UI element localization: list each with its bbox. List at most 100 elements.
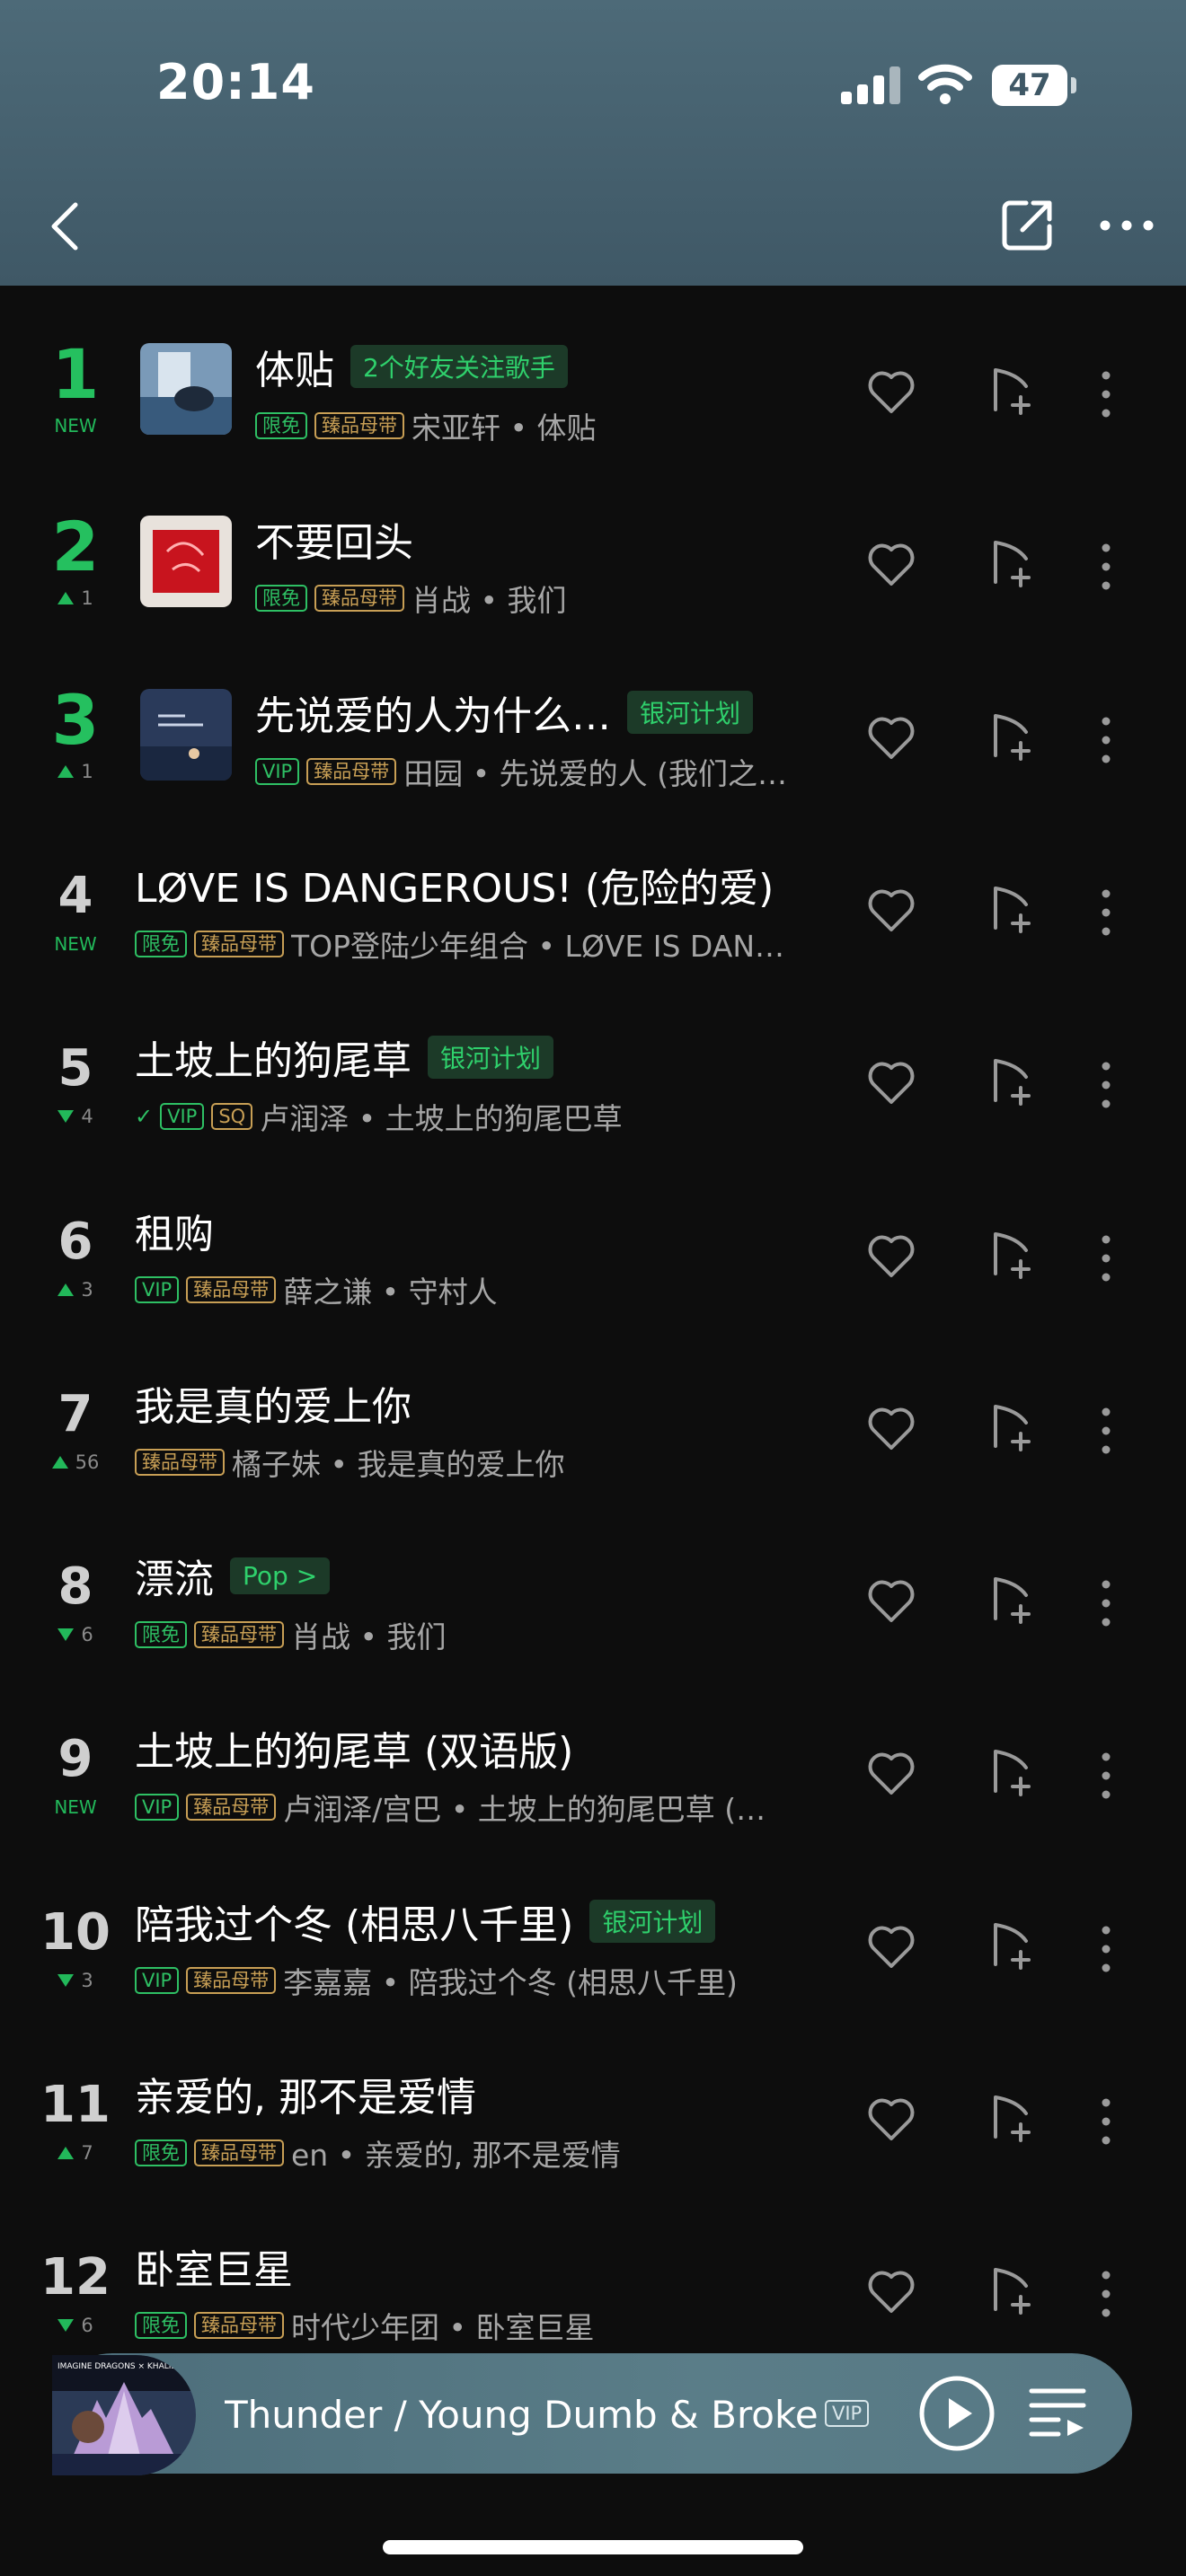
song-row[interactable]: 1 NEW 体贴 2个好友关注歌手 限免 臻品母带 宋亚轩 • 体贴 — [0, 332, 1186, 505]
now-playing-cover[interactable]: IMAGINE DRAGONS × KHALID — [52, 2355, 196, 2475]
add-to-playlist-icon[interactable] — [990, 1057, 1035, 1107]
song-title[interactable]: 租购 — [135, 1202, 214, 1259]
song-row[interactable]: 2 1 不要回头 限免 臻品母带 肖战 • 我们 — [0, 505, 1186, 677]
song-title[interactable]: 漂流 — [135, 1547, 214, 1604]
more-options-icon[interactable] — [1096, 1923, 1116, 1975]
add-to-playlist-icon[interactable] — [990, 1575, 1035, 1626]
more-icon[interactable] — [1098, 214, 1155, 237]
more-options-icon[interactable] — [1096, 2095, 1116, 2148]
heart-icon[interactable] — [866, 543, 916, 587]
add-to-playlist-icon[interactable] — [990, 2094, 1035, 2144]
rank-number: 8 — [58, 1557, 93, 1616]
more-options-icon[interactable] — [1096, 2268, 1116, 2320]
song-row[interactable]: 9 NEW 土坡上的狗尾草 (双语版) VIP 臻品母带 卢润泽/宫巴 • 土坡上… — [0, 1714, 1186, 1886]
more-options-icon[interactable] — [1096, 887, 1116, 939]
more-options-icon[interactable] — [1096, 368, 1116, 420]
song-title[interactable]: 我是真的爱上你 — [135, 1374, 412, 1432]
more-options-icon[interactable] — [1096, 1405, 1116, 1457]
artist-album[interactable]: 宋亚轩 • 体贴 — [412, 404, 596, 447]
heart-icon[interactable] — [866, 2097, 916, 2142]
song-row[interactable]: 4 NEW LØVE IS DANGEROUS! (危险的爱) 限免 臻品母带 T… — [0, 851, 1186, 1023]
more-options-icon[interactable] — [1096, 1059, 1116, 1111]
heart-icon[interactable] — [866, 716, 916, 761]
heart-icon[interactable] — [866, 2270, 916, 2315]
add-to-playlist-icon[interactable] — [990, 1231, 1035, 1281]
quality-badge: 臻品母带 — [194, 2312, 284, 2339]
song-row[interactable]: 10 3 陪我过个冬 (相思八千里) 银河计划 VIP 臻品母带 李嘉嘉 • 陪我… — [0, 1887, 1186, 2060]
song-tag: 银河计划 — [428, 1036, 554, 1079]
heart-icon[interactable] — [866, 1061, 916, 1106]
battery-cap — [1071, 77, 1076, 93]
song-title[interactable]: 体贴 — [255, 338, 334, 395]
heart-icon[interactable] — [866, 370, 916, 415]
song-row[interactable]: 11 7 亲爱的, 那不是爱情 限免 臻品母带 en • 亲爱的, 那不是爱情 — [0, 2060, 1186, 2232]
song-title[interactable]: 陪我过个冬 (相思八千里) — [135, 1892, 573, 1950]
add-to-playlist-icon[interactable] — [990, 1748, 1035, 1798]
album-cover[interactable] — [140, 689, 232, 781]
more-options-icon[interactable] — [1096, 541, 1116, 593]
more-options-icon[interactable] — [1096, 1232, 1116, 1284]
quality-badge: 限免 — [135, 931, 187, 957]
add-to-playlist-icon[interactable] — [990, 1403, 1035, 1453]
rank-change-value: 56 — [75, 1451, 100, 1473]
add-to-playlist-icon[interactable] — [990, 366, 1035, 417]
artist-album[interactable]: 田园 • 先说爱的人 (我们之… — [403, 750, 787, 793]
add-to-playlist-icon[interactable] — [990, 2266, 1035, 2316]
more-options-icon[interactable] — [1096, 1577, 1116, 1629]
artist-album[interactable]: 肖战 • 我们 — [412, 577, 566, 620]
song-title[interactable]: 亲爱的, 那不是爱情 — [135, 2065, 476, 2122]
heart-icon[interactable] — [866, 1925, 916, 1970]
artist-album[interactable]: 李嘉嘉 • 陪我过个冬 (相思八千里) — [283, 1959, 738, 2002]
album-cover[interactable] — [140, 516, 232, 607]
playlist-icon[interactable] — [1028, 2386, 1087, 2438]
quality-badge: VIP — [135, 1794, 180, 1821]
song-title-line: 我是真的爱上你 — [135, 1374, 412, 1432]
add-to-playlist-icon[interactable] — [990, 539, 1035, 589]
song-row[interactable]: 3 1 先说爱的人为什么… 银河计划 VIP 臻品母带 田园 • 先说爱的人 (我… — [0, 678, 1186, 851]
artist-album[interactable]: 肖战 • 我们 — [291, 1613, 446, 1656]
song-row[interactable]: 5 4 土坡上的狗尾草 银河计划 ✓ VIP SQ 卢润泽 • 土坡上的狗尾巴草 — [0, 1023, 1186, 1195]
artist-album[interactable]: 卢润泽/宫巴 • 土坡上的狗尾巴草 (… — [283, 1786, 766, 1829]
song-meta-line: 限免 臻品母带 肖战 • 我们 — [255, 577, 566, 620]
rank-number: 1 — [51, 334, 100, 414]
artist-album[interactable]: 时代少年团 • 卧室巨星 — [291, 2304, 594, 2347]
add-to-playlist-icon[interactable] — [990, 1921, 1035, 1972]
song-title[interactable]: 土坡上的狗尾草 (双语版) — [135, 1719, 573, 1777]
song-row[interactable]: 8 6 漂流 Pop > 限免 臻品母带 肖战 • 我们 — [0, 1541, 1186, 1714]
song-row[interactable]: 7 56 我是真的爱上你 臻品母带 橘子妹 • 我是真的爱上你 — [0, 1369, 1186, 1541]
artist-album[interactable]: TOP登陆少年组合 • LØVE IS DAN… — [291, 922, 784, 966]
heart-icon[interactable] — [866, 1407, 916, 1451]
heart-icon[interactable] — [866, 1751, 916, 1796]
artist-album[interactable]: 橘子妹 • 我是真的爱上你 — [232, 1441, 564, 1484]
add-to-playlist-icon[interactable] — [990, 712, 1035, 763]
play-icon[interactable] — [918, 2375, 996, 2452]
artist-album[interactable]: 薛之谦 • 守村人 — [283, 1268, 497, 1311]
song-title[interactable]: 不要回头 — [255, 510, 413, 568]
more-options-icon[interactable] — [1096, 714, 1116, 766]
now-playing-title[interactable]: Thunder / Young Dumb & Broke ( — [225, 2393, 818, 2437]
quality-badge: VIP — [255, 758, 300, 785]
quality-badge: 臻品母带 — [135, 1449, 225, 1476]
share-icon[interactable] — [999, 198, 1055, 253]
heart-icon[interactable] — [866, 888, 916, 933]
wifi-icon — [918, 64, 972, 104]
artist-album[interactable]: en • 亲爱的, 那不是爱情 — [291, 2131, 621, 2175]
battery-indicator: 47 — [992, 65, 1067, 106]
rank-change-value: 4 — [81, 1106, 93, 1127]
song-title[interactable]: 卧室巨星 — [135, 2237, 293, 2295]
song-title[interactable]: 土坡上的狗尾草 — [135, 1028, 412, 1086]
heart-icon[interactable] — [866, 1234, 916, 1279]
artist-album[interactable]: 卢润泽 • 土坡上的狗尾巴草 — [260, 1095, 622, 1138]
song-row[interactable]: 6 3 租购 VIP 臻品母带 薛之谦 • 守村人 — [0, 1196, 1186, 1369]
rank-change-value: 6 — [81, 1624, 93, 1645]
add-to-playlist-icon[interactable] — [990, 885, 1035, 935]
song-tag[interactable]: Pop > — [230, 1557, 331, 1594]
chevron-left-icon[interactable] — [45, 199, 84, 253]
rank-change: NEW — [36, 415, 115, 437]
rank-new-label: NEW — [54, 415, 97, 437]
more-options-icon[interactable] — [1096, 1750, 1116, 1802]
song-title[interactable]: LØVE IS DANGEROUS! (危险的爱) — [135, 856, 774, 913]
heart-icon[interactable] — [866, 1579, 916, 1624]
song-title[interactable]: 先说爱的人为什么… — [255, 684, 611, 741]
album-cover[interactable] — [140, 343, 232, 435]
